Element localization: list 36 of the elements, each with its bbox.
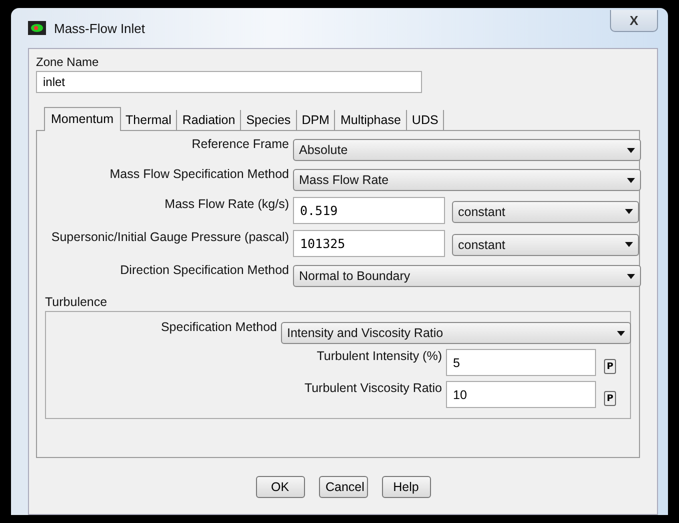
dialog-button[interactable]: Help: [382, 476, 430, 498]
input-field[interactable]: 0.519: [293, 197, 445, 224]
dropdown[interactable]: constant: [452, 200, 639, 222]
field-label: Zone Name: [36, 55, 100, 69]
close-button[interactable]: X: [610, 10, 658, 32]
caret-icon: [627, 274, 635, 278]
dropdown[interactable]: Intensity and Viscosity Ratio: [281, 322, 631, 344]
caret-icon: [625, 209, 633, 214]
dialog-button[interactable]: OK: [256, 476, 304, 498]
app-icon: [28, 21, 46, 35]
input-field[interactable]: 10: [446, 381, 596, 408]
field-label: Mass Flow Specification Method: [108, 167, 289, 181]
window-title: Mass-Flow Inlet: [54, 20, 146, 36]
caret-icon: [627, 178, 635, 182]
dialog-button[interactable]: Cancel: [318, 476, 368, 498]
dropdown[interactable]: Normal to Boundary: [293, 265, 641, 287]
tab[interactable]: Momentum: [44, 107, 121, 131]
field-label: Reference Frame: [190, 137, 289, 151]
parameter-button[interactable]: P: [604, 359, 616, 374]
caret-icon: [617, 330, 625, 336]
dropdown[interactable]: Mass Flow Rate: [293, 169, 641, 191]
field-label: Supersonic/Initial Gauge Pressure (pascal): [50, 230, 289, 244]
caret-icon: [627, 148, 635, 152]
dropdown[interactable]: constant: [452, 234, 639, 256]
parameter-button[interactable]: P: [604, 391, 616, 406]
field-label: Direction Specification Method: [119, 263, 289, 277]
input-field[interactable]: 101325: [293, 230, 445, 257]
field-label: Turbulent Intensity (%): [316, 349, 442, 363]
field-label: Turbulent Viscosity Ratio: [304, 381, 442, 395]
caret-icon: [625, 242, 633, 247]
field-label: Specification Method: [160, 320, 277, 336]
field-label: Mass Flow Rate (kg/s): [164, 197, 289, 211]
zone-name-field[interactable]: inlet: [36, 71, 422, 93]
input-field[interactable]: 5: [446, 349, 596, 376]
group-title: Turbulence: [45, 295, 108, 309]
dropdown[interactable]: Absolute: [293, 139, 641, 161]
